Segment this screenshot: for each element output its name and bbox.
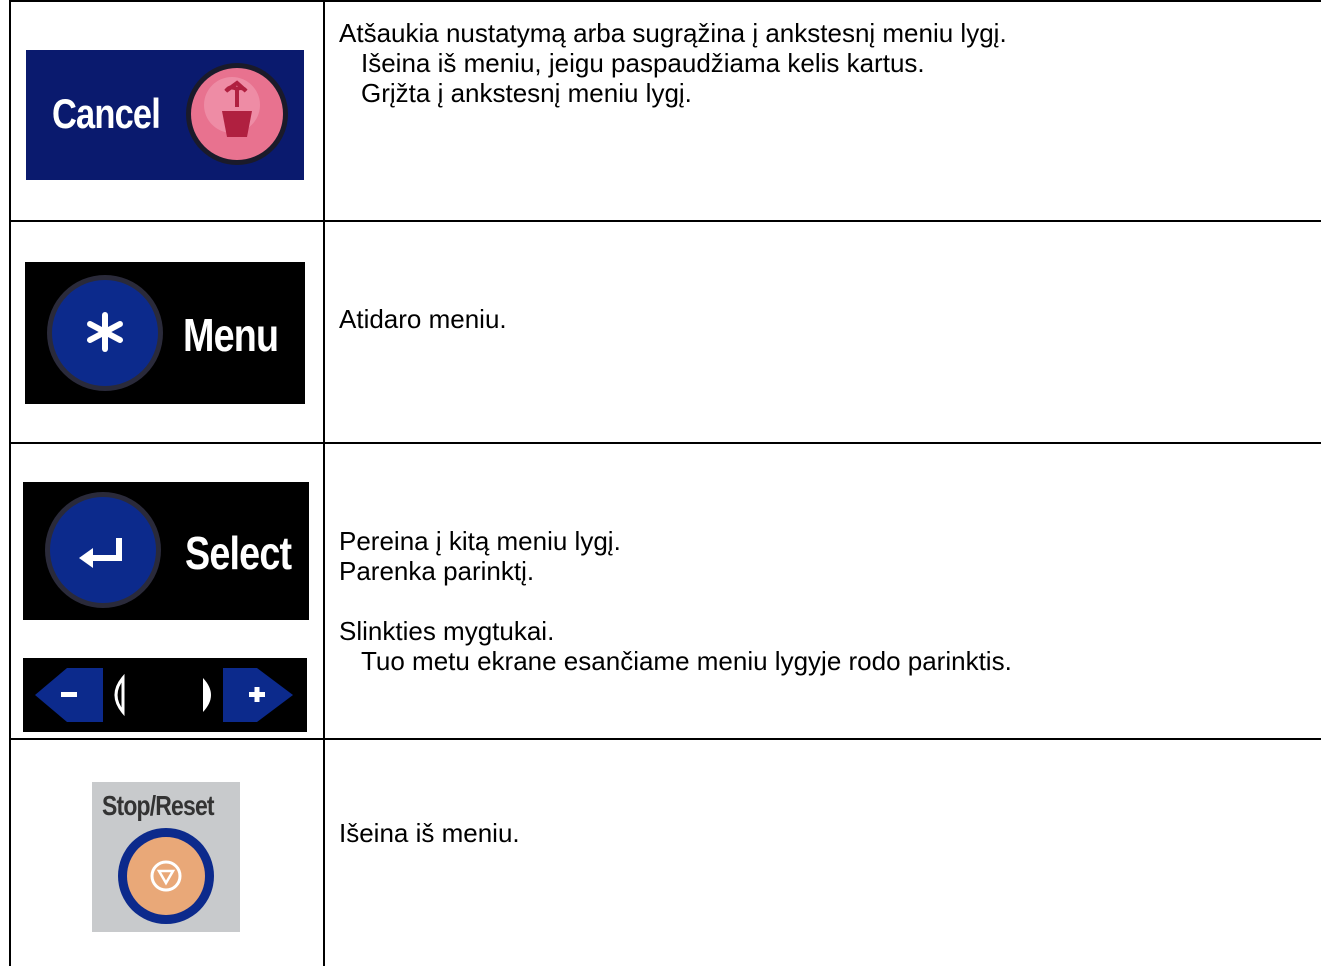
select-line-2: Parenka parinktį.: [339, 556, 535, 586]
scroll-line-2: Tuo metu ekrane esančiame meniu lygyje r…: [361, 646, 1012, 676]
cancel-bin-icon: [186, 63, 288, 165]
table-border-left: [9, 0, 11, 966]
cancel-description: Atšaukia nustatymą arba sugrąžina į anks…: [339, 18, 1007, 108]
table-border-top: [9, 0, 1321, 2]
row-divider-1: [9, 220, 1321, 222]
cancel-line-1: Atšaukia nustatymą arba sugrąžina į anks…: [339, 18, 1007, 48]
stop-reset-button-image: Stop/Reset: [92, 782, 240, 932]
stop-reset-label: Stop/Reset: [102, 790, 215, 821]
cancel-line-2: Išeina iš meniu, jeigu paspaudžiama keli…: [361, 48, 925, 78]
cancel-line-3: Grįžta į ankstesnį meniu lygį.: [361, 78, 692, 108]
cancel-label: Cancel: [52, 90, 161, 137]
stop-reset-line-1: Išeina iš meniu.: [339, 818, 520, 848]
enter-arrow-icon: [45, 492, 161, 608]
stop-icon: [118, 828, 214, 924]
select-line-1: Pereina į kitą meniu lygį.: [339, 526, 621, 556]
select-label: Select: [185, 527, 292, 579]
stop-reset-description: Išeina iš meniu.: [339, 818, 520, 848]
menu-button-image: Menu: [25, 262, 305, 404]
row-divider-3: [9, 738, 1321, 740]
cancel-button-image: Cancel: [26, 50, 304, 180]
menu-label: Menu: [183, 309, 279, 361]
scroll-buttons-image: [23, 658, 307, 732]
menu-line-1: Atidaro meniu.: [339, 304, 507, 334]
button-reference-table: Cancel Atšaukia nustatymą arba sugrąžina…: [9, 0, 1321, 966]
column-divider: [323, 0, 325, 966]
select-button-image: Select: [23, 482, 309, 620]
row-divider-2: [9, 442, 1321, 444]
menu-description: Atidaro meniu.: [339, 304, 507, 334]
scroll-line-1: Slinkties mygtukai.: [339, 616, 555, 646]
select-description: Pereina į kitą meniu lygį. Parenka parin…: [339, 526, 1012, 676]
scroll-left-icon[interactable]: [23, 658, 133, 732]
asterisk-icon: [47, 275, 163, 391]
scroll-right-icon[interactable]: [195, 658, 305, 732]
